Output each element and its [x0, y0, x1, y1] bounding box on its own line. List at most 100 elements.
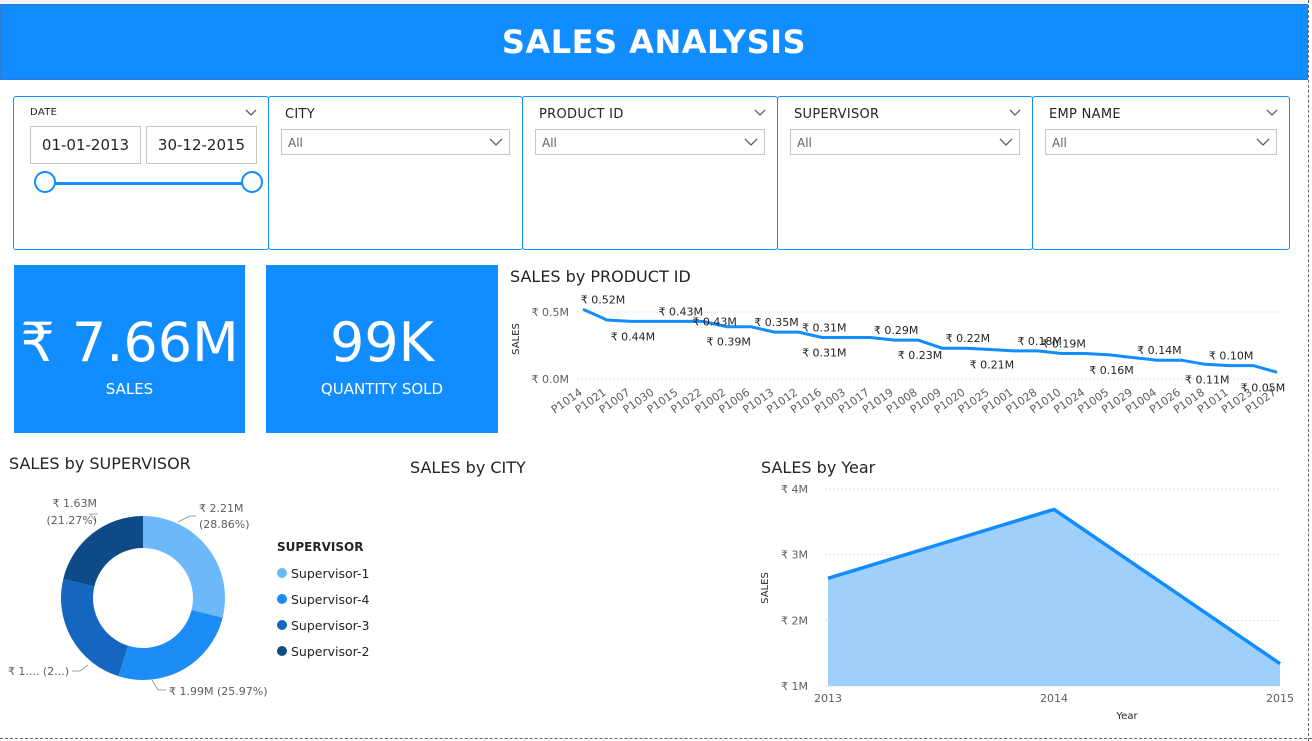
- legend-marker: [277, 620, 287, 630]
- quantity-card: 99K QUANTITY SOLD: [266, 265, 498, 433]
- legend-marker: [277, 568, 287, 578]
- data-label: ₹ 0.29M: [874, 324, 918, 337]
- y-tick-label: ₹ 3M: [781, 549, 808, 562]
- supervisor-legend: SUPERVISOR Supervisor-1 Supervisor-4 Sup…: [277, 540, 369, 664]
- data-label: ₹ 0.16M: [1089, 364, 1133, 377]
- report-title: SALES ANALYSIS: [501, 23, 807, 61]
- legend-marker: [277, 646, 287, 656]
- slice-label: ₹ 2.21M: [199, 502, 243, 515]
- emp-name-dropdown-value: All: [1052, 136, 1067, 150]
- city-chart-title: SALES by CITY: [410, 458, 526, 477]
- legend-label: Supervisor-3: [291, 617, 370, 633]
- canvas-border-bottom: [0, 738, 1312, 739]
- supervisor-chart-title: SALES by SUPERVISOR: [9, 454, 191, 473]
- date-range-track[interactable]: [46, 182, 251, 185]
- data-label: ₹ 0.39M: [706, 336, 750, 349]
- series-line: [582, 307, 1278, 374]
- data-label: ₹ 0.11M: [1185, 373, 1229, 386]
- data-label: ₹ 0.19M: [1041, 338, 1085, 351]
- legend-item[interactable]: Supervisor-1: [277, 560, 369, 586]
- legend-item[interactable]: Supervisor-2: [277, 638, 369, 664]
- start-date-input[interactable]: 01-01-2013: [30, 126, 141, 164]
- x-tick-label: 2013: [814, 692, 842, 705]
- sales-by-supervisor-chart: ₹ 2.21M (28.86%) ₹ 1.99M (25.97%) ₹ 1.... (…: [8, 497, 268, 698]
- date-slicer[interactable]: DATE 01-01-2013 30-12-2015: [13, 96, 269, 250]
- data-label: ₹ 0.05M: [1241, 381, 1285, 394]
- label-leader-line: [72, 664, 89, 672]
- y-tick-label: ₹ 0.0M: [532, 373, 569, 386]
- legend-item[interactable]: Supervisor-4: [277, 586, 369, 612]
- data-label: ₹ 0.21M: [970, 359, 1014, 372]
- emp-name-slicer-label: EMP NAME: [1049, 107, 1121, 122]
- sales-by-city-map[interactable]: [405, 480, 735, 720]
- chevron-down-icon[interactable]: [1265, 105, 1279, 119]
- end-date-input[interactable]: 30-12-2015: [146, 126, 257, 164]
- emp-name-slicer[interactable]: EMP NAME All: [1032, 96, 1290, 250]
- chevron-down-icon[interactable]: [1008, 105, 1022, 119]
- supervisor-dropdown[interactable]: All: [790, 129, 1020, 155]
- sales-by-product-chart: ₹ 0.0M₹ 0.5MSALESP1014P1021P1007P1030P10…: [511, 293, 1285, 416]
- label-leader-line: [177, 515, 196, 523]
- chevron-down-icon[interactable]: [244, 105, 258, 119]
- data-label: ₹ 0.31M: [802, 346, 846, 359]
- chevron-down-icon[interactable]: [753, 105, 767, 119]
- supervisor-slicer[interactable]: SUPERVISOR All: [777, 96, 1033, 250]
- sales-card-value: ₹ 7.66M: [20, 311, 239, 374]
- city-slicer[interactable]: CITY All: [268, 96, 523, 250]
- city-dropdown-value: All: [288, 136, 303, 150]
- report-header: SALES ANALYSIS: [0, 4, 1308, 80]
- sales-card-label: SALES: [105, 380, 154, 398]
- donut-slice: [143, 516, 226, 618]
- chevron-down-icon: [999, 138, 1013, 146]
- slice-label: ₹ 1.63M: [53, 497, 97, 510]
- donut-slice: [60, 579, 129, 677]
- x-axis-label: Year: [1115, 711, 1138, 722]
- year-chart-title: SALES by Year: [761, 458, 876, 477]
- product-id-slicer[interactable]: PRODUCT ID All: [522, 96, 778, 250]
- range-end-handle[interactable]: [241, 171, 263, 193]
- supervisor-dropdown-value: All: [797, 136, 812, 150]
- label-leader-line: [151, 679, 166, 691]
- y-tick-label: ₹ 2M: [781, 614, 808, 627]
- y-tick-label: ₹ 1M: [781, 680, 808, 693]
- y-axis-label: SALES: [511, 323, 522, 355]
- y-axis-label: SALES: [760, 572, 771, 604]
- quantity-card-label: QUANTITY SOLD: [320, 380, 444, 398]
- sales-by-year-chart: ₹ 1M ₹ 2M ₹ 3M ₹ 4M SALES 2013 2014 2015 Year: [760, 483, 1294, 722]
- quantity-card-value: 99K: [329, 311, 435, 374]
- x-tick-label: 2015: [1266, 692, 1294, 705]
- city-dropdown[interactable]: All: [281, 129, 510, 155]
- donut-slice: [118, 609, 223, 680]
- data-label: ₹ 0.14M: [1137, 344, 1181, 357]
- product-id-dropdown[interactable]: All: [535, 129, 765, 155]
- slice-label: ₹ 1.... (2...): [8, 665, 69, 678]
- data-label: ₹ 0.31M: [802, 321, 846, 334]
- supervisor-slicer-label: SUPERVISOR: [794, 107, 880, 122]
- chevron-down-icon: [744, 138, 758, 146]
- product-id-dropdown-value: All: [542, 136, 557, 150]
- slice-label-percent: (28.86%): [199, 518, 250, 531]
- legend-label: Supervisor-1: [291, 565, 370, 581]
- product-id-slicer-label: PRODUCT ID: [539, 107, 624, 122]
- range-start-handle[interactable]: [34, 171, 56, 193]
- legend-label: Supervisor-4: [291, 591, 370, 607]
- y-tick-label: ₹ 4M: [781, 483, 808, 496]
- legend-item[interactable]: Supervisor-3: [277, 612, 369, 638]
- data-label: ₹ 0.35M: [754, 316, 798, 329]
- y-tick-label: ₹ 0.5M: [532, 306, 569, 319]
- legend-label: Supervisor-2: [291, 643, 370, 659]
- canvas-border-right: [1308, 0, 1309, 741]
- x-tick-label: 2014: [1040, 692, 1068, 705]
- emp-name-dropdown[interactable]: All: [1045, 129, 1277, 155]
- legend-marker: [277, 594, 287, 604]
- data-label: ₹ 0.23M: [898, 349, 942, 362]
- legend-title: SUPERVISOR: [277, 540, 364, 554]
- product-chart-title: SALES by PRODUCT ID: [510, 267, 691, 286]
- city-slicer-label: CITY: [285, 107, 315, 122]
- date-slicer-label: DATE: [30, 107, 58, 118]
- data-label: ₹ 0.43M: [692, 315, 736, 328]
- series-area: [828, 509, 1280, 686]
- data-label: ₹ 0.44M: [611, 330, 655, 343]
- data-label: ₹ 0.22M: [946, 332, 990, 345]
- sales-card: ₹ 7.66M SALES: [14, 265, 245, 433]
